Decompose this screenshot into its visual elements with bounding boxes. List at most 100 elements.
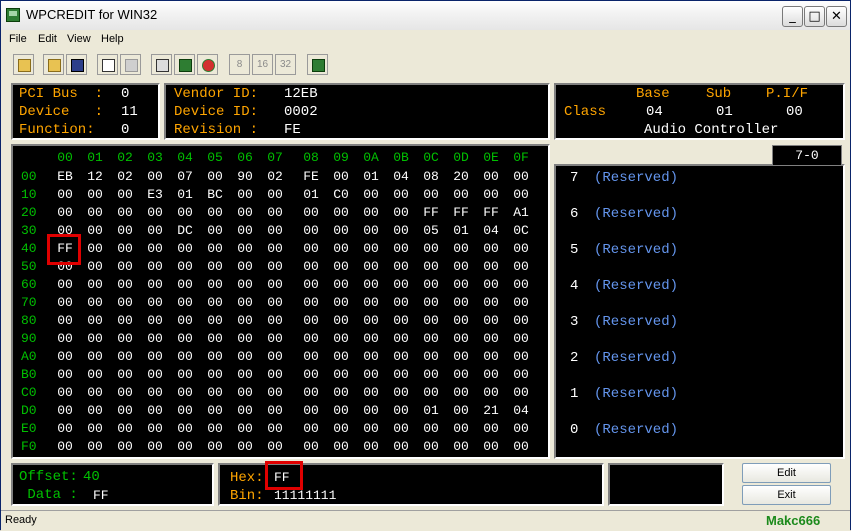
hex-cell[interactable]: 00 xyxy=(510,187,532,202)
hex-cell[interactable]: 00 xyxy=(390,295,412,310)
hex-cell[interactable]: 00 xyxy=(510,331,532,346)
hex-cell[interactable]: 00 xyxy=(84,331,106,346)
hex-cell[interactable]: 00 xyxy=(300,331,322,346)
hex-cell[interactable]: 00 xyxy=(480,295,502,310)
hex-cell[interactable]: 00 xyxy=(84,277,106,292)
hex-cell[interactable]: C0 xyxy=(330,187,352,202)
hex-cell[interactable]: 00 xyxy=(234,205,256,220)
hex-cell[interactable]: 00 xyxy=(450,403,472,418)
hex-cell[interactable]: 00 xyxy=(330,367,352,382)
hex-cell[interactable]: 00 xyxy=(114,277,136,292)
hex-cell[interactable]: 00 xyxy=(54,313,76,328)
hex-cell[interactable]: 00 xyxy=(264,277,286,292)
hex-cell[interactable]: 00 xyxy=(54,349,76,364)
hex-cell[interactable]: 00 xyxy=(174,295,196,310)
hex-cell[interactable]: 00 xyxy=(234,223,256,238)
hex-cell[interactable]: 00 xyxy=(360,205,382,220)
copy-button[interactable] xyxy=(97,54,118,75)
hex-cell[interactable]: 00 xyxy=(510,241,532,256)
hex-cell[interactable]: 00 xyxy=(480,439,502,454)
hex-cell[interactable]: 00 xyxy=(114,349,136,364)
menu-file[interactable]: File xyxy=(9,33,27,45)
close-button[interactable]: ✕ xyxy=(826,6,847,27)
hex-cell[interactable]: 00 xyxy=(204,403,226,418)
hex-cell[interactable]: 00 xyxy=(360,331,382,346)
hex-cell[interactable]: 00 xyxy=(390,349,412,364)
hex-cell[interactable]: 00 xyxy=(144,259,166,274)
hex-cell[interactable]: 04 xyxy=(390,169,412,184)
hex-cell[interactable]: 00 xyxy=(204,205,226,220)
hex-cell[interactable]: 00 xyxy=(84,367,106,382)
hex-cell[interactable]: 00 xyxy=(204,385,226,400)
hex-cell[interactable]: 08 xyxy=(420,169,442,184)
hex-cell[interactable]: DC xyxy=(174,223,196,238)
hex-cell[interactable]: 00 xyxy=(264,421,286,436)
hex-cell[interactable]: 00 xyxy=(114,295,136,310)
hex-cell[interactable]: 00 xyxy=(144,205,166,220)
bit-description[interactable]: (Reserved) xyxy=(594,278,678,294)
hex-cell[interactable]: 00 xyxy=(204,295,226,310)
hex-cell[interactable]: 00 xyxy=(300,205,322,220)
hex-cell[interactable]: FF xyxy=(420,205,442,220)
hex-cell[interactable]: 00 xyxy=(390,385,412,400)
hex-cell[interactable]: 00 xyxy=(174,349,196,364)
hex-cell[interactable]: 00 xyxy=(264,241,286,256)
hex-cell[interactable]: 00 xyxy=(450,259,472,274)
hex-cell[interactable]: 00 xyxy=(420,241,442,256)
hex-cell[interactable]: 00 xyxy=(144,277,166,292)
hex-cell[interactable]: 00 xyxy=(114,403,136,418)
hex-cell[interactable]: 00 xyxy=(114,439,136,454)
hex-cell[interactable]: FE xyxy=(300,169,322,184)
hex-cell[interactable]: 00 xyxy=(510,439,532,454)
hex-cell[interactable]: 00 xyxy=(420,187,442,202)
bin-value[interactable]: 11111111 xyxy=(274,488,336,503)
hex-cell[interactable]: 00 xyxy=(234,313,256,328)
hex-cell[interactable]: 00 xyxy=(114,241,136,256)
hex-cell[interactable]: 00 xyxy=(390,403,412,418)
hex-cell[interactable]: 00 xyxy=(480,277,502,292)
hex-cell[interactable]: 00 xyxy=(174,331,196,346)
hex-cell[interactable]: 00 xyxy=(114,187,136,202)
hex-cell[interactable]: 00 xyxy=(204,313,226,328)
hex-cell[interactable]: 04 xyxy=(480,223,502,238)
hex-cell[interactable]: 00 xyxy=(174,259,196,274)
hex-cell[interactable]: 00 xyxy=(54,205,76,220)
hex-cell[interactable]: 00 xyxy=(204,241,226,256)
bit-description[interactable]: (Reserved) xyxy=(594,422,678,438)
hex-cell[interactable]: 00 xyxy=(174,277,196,292)
hex-cell[interactable]: 00 xyxy=(264,385,286,400)
save-button[interactable] xyxy=(66,54,87,75)
hex-cell[interactable]: 00 xyxy=(330,439,352,454)
hex-cell[interactable]: 00 xyxy=(144,403,166,418)
bits-tab[interactable]: 7-0 xyxy=(772,145,842,165)
hex-cell[interactable]: 00 xyxy=(174,385,196,400)
hex-cell[interactable]: 00 xyxy=(480,349,502,364)
hex-cell[interactable]: 00 xyxy=(510,295,532,310)
refresh-button[interactable] xyxy=(197,54,218,75)
hex-cell[interactable]: 00 xyxy=(54,385,76,400)
hex-cell[interactable]: 00 xyxy=(204,277,226,292)
hex-cell[interactable]: 02 xyxy=(264,169,286,184)
hex-cell[interactable]: 00 xyxy=(360,277,382,292)
hex-cell[interactable]: 01 xyxy=(420,403,442,418)
hex-cell[interactable]: 00 xyxy=(390,277,412,292)
hex-cell[interactable]: 00 xyxy=(510,169,532,184)
hex-cell[interactable]: 00 xyxy=(480,331,502,346)
hex-cell[interactable]: 00 xyxy=(300,367,322,382)
hex-cell[interactable]: 04 xyxy=(510,403,532,418)
bit32-button[interactable]: 32 xyxy=(275,54,296,75)
hex-cell[interactable]: 00 xyxy=(54,331,76,346)
hex-cell[interactable]: 00 xyxy=(330,241,352,256)
hex-cell[interactable]: 00 xyxy=(330,169,352,184)
hex-cell[interactable]: 00 xyxy=(390,439,412,454)
hex-cell[interactable]: 00 xyxy=(174,403,196,418)
edit-button[interactable]: Edit xyxy=(742,463,831,483)
hex-cell[interactable]: 00 xyxy=(264,295,286,310)
hex-cell[interactable]: 00 xyxy=(450,277,472,292)
hex-cell[interactable]: 00 xyxy=(360,241,382,256)
hex-cell[interactable]: 00 xyxy=(114,367,136,382)
hex-cell[interactable]: 00 xyxy=(390,331,412,346)
hex-cell[interactable]: 00 xyxy=(420,349,442,364)
hex-cell[interactable]: 00 xyxy=(510,421,532,436)
hex-cell[interactable]: 00 xyxy=(300,277,322,292)
